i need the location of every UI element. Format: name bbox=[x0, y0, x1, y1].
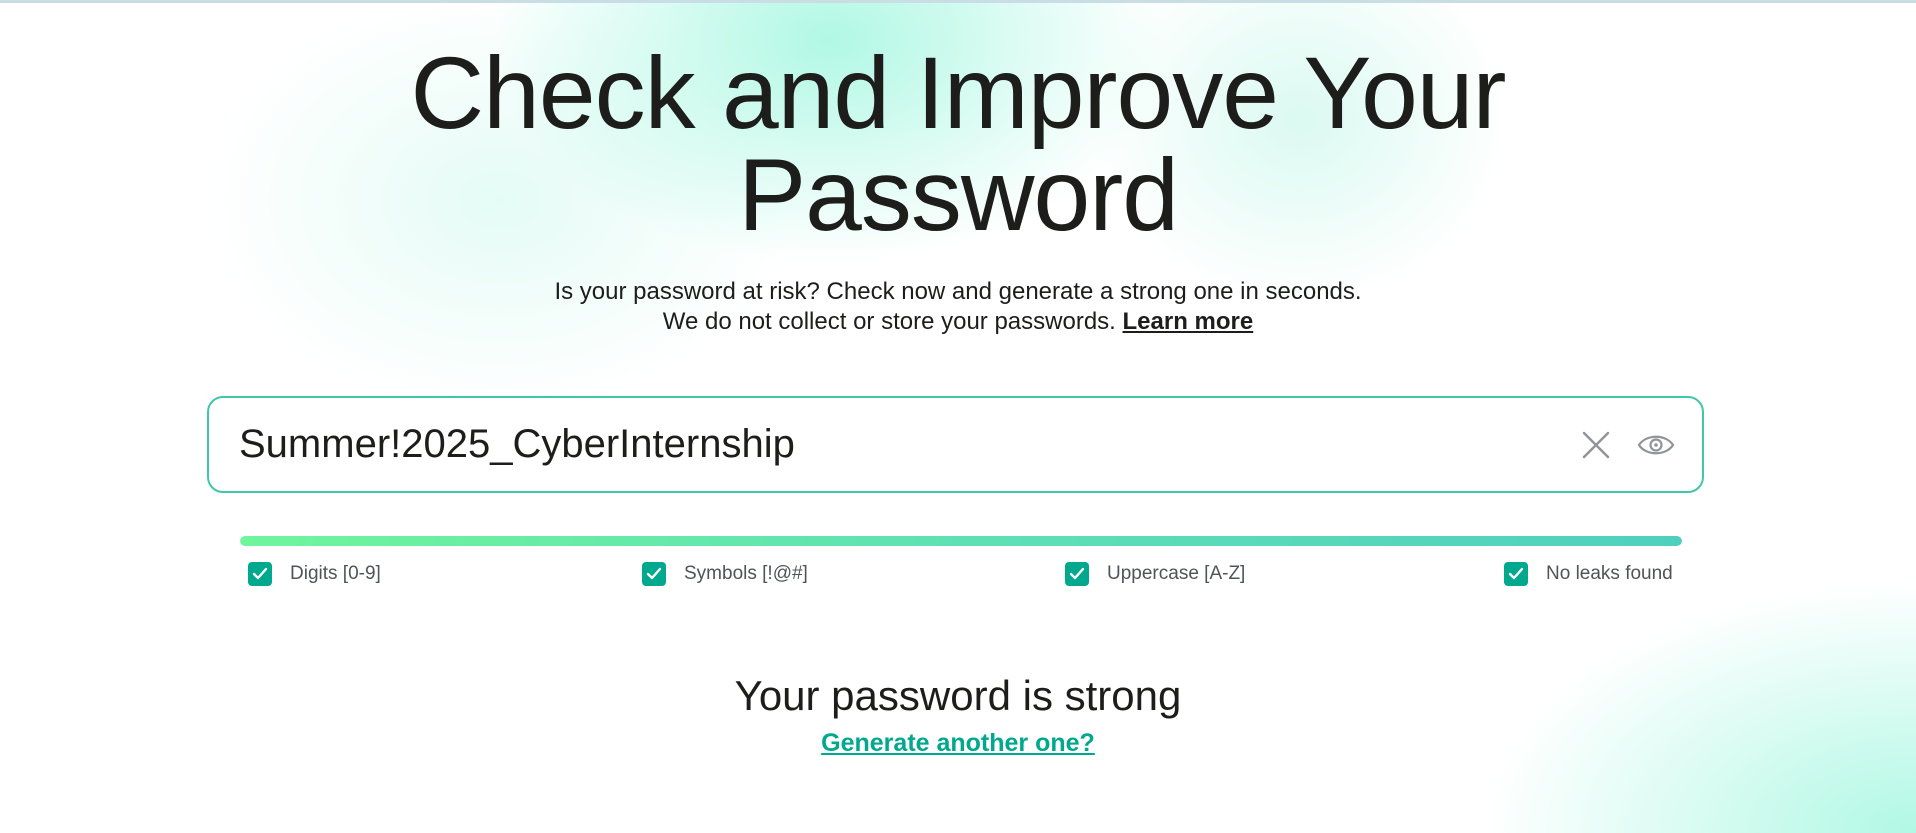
symbols-checkbox[interactable] bbox=[642, 562, 666, 586]
no-leaks-checkbox[interactable] bbox=[1504, 562, 1528, 586]
page-subtitle: Is your password at risk? Check now and … bbox=[0, 277, 1916, 337]
generate-another-link[interactable]: Generate another one? bbox=[821, 729, 1095, 757]
criterion-digits: Digits [0-9] bbox=[248, 562, 381, 586]
privacy-note: We do not collect or store your password… bbox=[662, 308, 1116, 335]
subtitle-line-2: We do not collect or store your password… bbox=[0, 307, 1916, 337]
toggle-visibility-button[interactable] bbox=[1636, 425, 1676, 465]
strength-meter bbox=[240, 536, 1682, 546]
strength-panel bbox=[212, 520, 1707, 610]
criterion-no-leaks: No leaks found bbox=[1504, 562, 1673, 586]
page-title-line-1: Check and Improve Your bbox=[410, 36, 1506, 150]
criterion-label: Uppercase [A-Z] bbox=[1107, 563, 1246, 584]
checkmark-icon bbox=[1508, 567, 1524, 580]
criterion-symbols: Symbols [!@#] bbox=[642, 562, 808, 586]
page-title-line-2: Password bbox=[738, 138, 1179, 252]
generate-link-wrapper: Generate another one? bbox=[0, 727, 1916, 759]
close-icon bbox=[1582, 431, 1610, 458]
criterion-uppercase: Uppercase [A-Z] bbox=[1065, 562, 1245, 586]
uppercase-checkbox[interactable] bbox=[1065, 562, 1089, 586]
page-title: Check and Improve Your Password bbox=[0, 42, 1916, 246]
password-input[interactable] bbox=[209, 414, 1576, 475]
checkmark-icon bbox=[1069, 567, 1085, 580]
learn-more-link[interactable]: Learn more bbox=[1123, 308, 1254, 335]
password-field bbox=[207, 396, 1704, 493]
criterion-label: Digits [0-9] bbox=[290, 563, 381, 584]
strength-meter-fill bbox=[240, 536, 1682, 546]
eye-icon bbox=[1637, 435, 1675, 454]
checkmark-icon bbox=[646, 567, 662, 580]
criterion-label: Symbols [!@#] bbox=[684, 563, 808, 584]
digits-checkbox[interactable] bbox=[248, 562, 272, 586]
checkmark-icon bbox=[252, 567, 268, 580]
criterion-label: No leaks found bbox=[1546, 563, 1673, 584]
strength-result-title: Your password is strong bbox=[734, 672, 1182, 719]
browser-top-border bbox=[0, 0, 1916, 3]
clear-password-button[interactable] bbox=[1576, 425, 1616, 465]
subtitle-line-1: Is your password at risk? Check now and … bbox=[554, 278, 1362, 305]
